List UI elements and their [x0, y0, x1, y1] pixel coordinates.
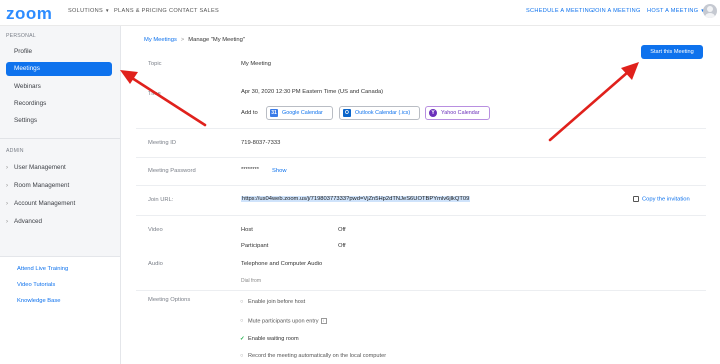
- time-label: Time: [148, 91, 161, 97]
- breadcrumb: My Meetings > Manage "My Meeting": [144, 37, 245, 43]
- sidebar-item-webinars[interactable]: Webinars: [6, 80, 112, 94]
- meeting-options-label: Meeting Options: [148, 297, 191, 303]
- avatar[interactable]: [703, 4, 717, 18]
- add-to-label: Add to: [241, 110, 258, 116]
- option-text: Enable waiting room: [248, 336, 299, 342]
- info-icon[interactable]: i: [320, 318, 327, 324]
- sidebar-item-settings[interactable]: Settings: [6, 114, 112, 128]
- yahoo-calendar-button[interactable]: Y Yahoo Calendar: [425, 106, 490, 120]
- sidebar-item-label: Advanced: [14, 218, 43, 225]
- audio-value: Telephone and Computer Audio: [241, 261, 323, 267]
- join-url-label: Join URL:: [148, 197, 174, 203]
- time-value: Apr 30, 2020 12:30 PM Eastern Time (US a…: [241, 89, 384, 95]
- breadcrumb-current: Manage "My Meeting": [188, 37, 245, 43]
- zoom-logo[interactable]: zoom: [6, 4, 52, 24]
- option-text: Enable join before host: [248, 299, 306, 305]
- nav-host-meeting-label: HOST A MEETING: [647, 8, 699, 14]
- row-divider: [136, 185, 706, 186]
- option-text: Record the meeting automatically on the …: [248, 353, 387, 359]
- chevron-down-icon: ▼: [105, 8, 110, 14]
- sidebar-section-admin: ADMIN: [6, 148, 24, 154]
- breadcrumb-my-meetings[interactable]: My Meetings: [144, 37, 177, 43]
- sidebar-item-label: Account Management: [14, 200, 76, 207]
- yahoo-calendar-icon: Y: [429, 109, 437, 117]
- yahoo-calendar-label: Yahoo Calendar: [441, 110, 480, 116]
- sidebar-item-user-management[interactable]: › User Management: [6, 161, 66, 175]
- password-value: ********: [241, 167, 260, 173]
- sidebar-item-room-management[interactable]: › Room Management: [6, 179, 69, 193]
- copy-invitation-label: Copy the invitation: [642, 196, 690, 203]
- nav-solutions-label: SOLUTIONS: [68, 8, 104, 14]
- option-join-before-host: ○ Enable join before host: [240, 299, 305, 305]
- option-unchecked-icon: ○: [240, 353, 244, 359]
- row-divider: [136, 128, 706, 129]
- sidebar-section-personal: PERSONAL: [6, 33, 36, 39]
- sidebar-item-advanced[interactable]: › Advanced: [6, 215, 42, 229]
- option-unchecked-icon: ○: [240, 318, 244, 325]
- join-url-value[interactable]: https://us04web.zoom.us/j/71980377333?pw…: [241, 196, 471, 202]
- outlook-calendar-icon: O: [343, 109, 351, 117]
- row-divider: [136, 157, 706, 158]
- google-calendar-label: Google Calendar: [282, 110, 323, 116]
- sidebar-help-links: Attend Live Training Video Tutorials Kno…: [0, 256, 120, 364]
- chevron-right-icon: ›: [6, 183, 8, 189]
- google-calendar-icon: 31: [270, 109, 278, 117]
- audio-label: Audio: [148, 261, 163, 267]
- row-divider: [136, 215, 706, 216]
- top-navigation: zoom SOLUTIONS ▼ PLANS & PRICING CONTACT …: [0, 0, 720, 26]
- sidebar: PERSONAL Profile Meetings Webinars Recor…: [0, 26, 121, 364]
- copy-invitation-link[interactable]: Copy the invitation: [633, 196, 690, 203]
- nav-contact-sales[interactable]: CONTACT SALES: [169, 8, 219, 14]
- copy-icon: [633, 196, 639, 202]
- breadcrumb-separator: >: [180, 37, 185, 43]
- sidebar-item-label: Room Management: [14, 182, 70, 189]
- start-meeting-button[interactable]: Start this Meeting: [641, 45, 703, 59]
- nav-plans-pricing[interactable]: PLANS & PRICING: [114, 8, 167, 14]
- participant-video-value: Off: [338, 243, 346, 249]
- sidebar-item-meetings[interactable]: Meetings: [6, 62, 112, 76]
- sidebar-divider: [0, 138, 120, 139]
- chevron-right-icon: ›: [6, 165, 8, 171]
- dial-from-label: Dial from: [241, 278, 262, 284]
- nav-join-meeting[interactable]: JOIN A MEETING: [592, 8, 641, 14]
- sidebar-item-label: User Management: [14, 164, 66, 171]
- sidebar-item-recordings[interactable]: Recordings: [6, 97, 112, 111]
- show-password-link[interactable]: Show: [272, 168, 287, 174]
- outlook-calendar-button[interactable]: O Outlook Calendar (.ics): [339, 106, 420, 120]
- nav-host-meeting[interactable]: HOST A MEETING▼: [647, 8, 705, 14]
- meeting-id-label: Meeting ID: [148, 140, 177, 146]
- arrow-to-meetings: [120, 70, 207, 127]
- sidebar-item-account-management[interactable]: › Account Management: [6, 197, 75, 211]
- option-mute-on-entry: ○ Mute participants upon entry i: [240, 318, 327, 324]
- outlook-calendar-label: Outlook Calendar (.ics): [355, 110, 411, 116]
- sidebar-item-profile[interactable]: Profile: [6, 45, 112, 59]
- topic-label: Topic: [148, 61, 162, 67]
- topic-value: My Meeting: [241, 61, 271, 67]
- option-text: Mute participants upon entry: [248, 318, 319, 325]
- host-video-label: Host: [241, 227, 253, 233]
- chevron-right-icon: ›: [6, 201, 8, 207]
- password-label: Meeting Password: [148, 168, 196, 174]
- chevron-right-icon: ›: [6, 219, 8, 225]
- google-calendar-button[interactable]: 31 Google Calendar: [266, 106, 333, 120]
- video-label: Video: [148, 227, 163, 233]
- link-video-tutorials[interactable]: Video Tutorials: [17, 282, 55, 288]
- option-unchecked-icon: ○: [240, 299, 244, 305]
- participant-video-label: Participant: [241, 243, 269, 249]
- host-video-value: Off: [338, 227, 346, 233]
- option-auto-record: ○ Record the meeting automatically on the…: [240, 353, 386, 359]
- meeting-id-value: 719-8037-7333: [241, 140, 281, 146]
- link-attend-live-training[interactable]: Attend Live Training: [17, 266, 68, 272]
- option-waiting-room: ✓ Enable waiting room: [240, 336, 299, 342]
- row-divider: [136, 290, 706, 291]
- nav-solutions[interactable]: SOLUTIONS ▼: [68, 8, 110, 14]
- nav-schedule-meeting[interactable]: SCHEDULE A MEETING: [526, 8, 594, 14]
- link-knowledge-base[interactable]: Knowledge Base: [17, 298, 61, 304]
- checkmark-icon: ✓: [240, 336, 245, 342]
